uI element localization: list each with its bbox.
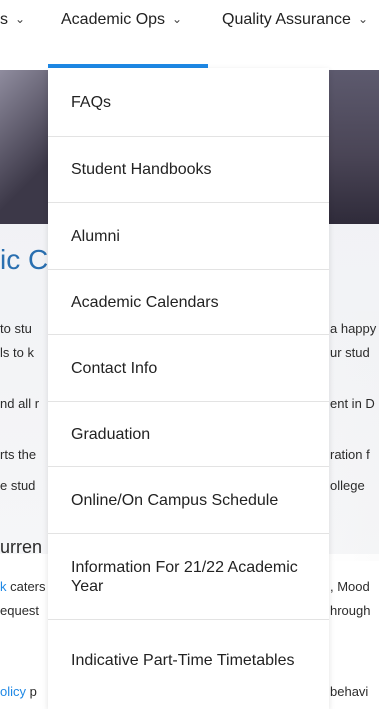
menu-item-information-21-22[interactable]: Information For 21/22 Academic Year (48, 534, 329, 619)
nav-item-previous[interactable]: s ⌄ (0, 11, 25, 29)
para-line-1-right: a happy (330, 321, 377, 336)
para-line-8-left: olicy p (0, 684, 37, 699)
policy-link[interactable]: olicy (0, 684, 26, 699)
para-line-5-left: e stud (0, 478, 36, 493)
para-line-4-left: rts the (0, 447, 37, 462)
para-line-4-right: ration f (330, 447, 370, 462)
para-line-6-left: k caters (0, 579, 46, 594)
hero-image-left (0, 70, 48, 224)
menu-item-indicative-part-time-timetables[interactable]: Indicative Part-Time Timetables (48, 620, 329, 700)
menu-item-graduation[interactable]: Graduation (48, 402, 329, 466)
academic-ops-dropdown-menu: FAQs Student Handbooks Alumni Academic C… (48, 68, 329, 709)
para-line-1-left: to stu (0, 321, 32, 336)
menu-item-academic-calendars[interactable]: Academic Calendars (48, 270, 329, 334)
nav-item-quality-assurance[interactable]: Quality Assurance ⌄ (222, 11, 368, 29)
para-line-3-right: ent in D (330, 396, 375, 411)
para-line-3-left: nd all r (0, 396, 40, 411)
menu-item-alumni[interactable]: Alumni (48, 203, 329, 269)
nav-item-academic-ops[interactable]: Academic Ops ⌄ (61, 11, 182, 29)
para-line-7-right: hrough (330, 603, 371, 618)
para-line-2-right: ur stud (330, 345, 370, 360)
section-subheading: urren (0, 537, 43, 557)
menu-item-faqs[interactable]: FAQs (48, 68, 329, 136)
page-title: ic C (0, 244, 49, 275)
top-navigation: s ⌄ Academic Ops ⌄ Quality Assurance ⌄ (0, 0, 379, 56)
para-line-5-right: ollege (330, 478, 365, 493)
para-line-8-right: behavi (330, 684, 369, 699)
menu-item-student-handbooks[interactable]: Student Handbooks (48, 137, 329, 202)
chevron-down-icon: ⌄ (172, 12, 183, 26)
para-line-7-left: equest (0, 603, 40, 618)
chevron-down-icon: ⌄ (15, 12, 26, 26)
para-line-6-right: , Mood (330, 579, 370, 594)
menu-item-online-on-campus-schedule[interactable]: Online/On Campus Schedule (48, 467, 329, 533)
para-line-2-left: ls to k (0, 345, 34, 360)
chevron-down-icon: ⌄ (357, 12, 369, 26)
menu-item-contact-info[interactable]: Contact Info (48, 335, 329, 401)
